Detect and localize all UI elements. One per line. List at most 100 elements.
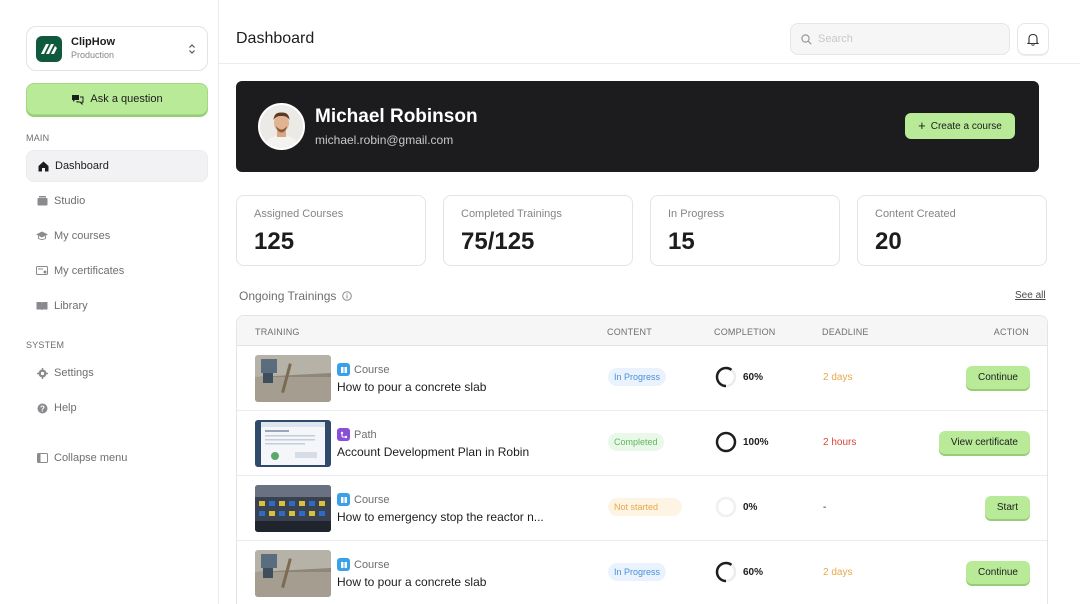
column-header-completion: COMPLETION: [714, 327, 776, 337]
course-icon: [337, 493, 350, 506]
sidebar-collapse-icon: [36, 452, 48, 464]
training-type-label: Course: [354, 363, 390, 376]
stat-value: 20: [875, 228, 902, 255]
bell-icon: [1027, 33, 1039, 46]
info-icon[interactable]: [342, 291, 353, 301]
ongoing-title-text: Ongoing Trainings: [239, 289, 337, 303]
chat-bubbles-icon: [72, 94, 84, 105]
create-course-label: Create a course: [930, 120, 1002, 132]
stat-card-content-created: Content Created 20: [857, 195, 1047, 266]
avatar: [258, 103, 305, 150]
org-switcher[interactable]: ClipHow Production: [26, 26, 208, 71]
course-icon: [337, 363, 350, 376]
start-button[interactable]: Start: [984, 496, 1030, 519]
status-badge: In Progress: [608, 563, 667, 581]
cliphow-logo-icon: [36, 35, 62, 62]
sidebar-item-my-courses[interactable]: My courses: [26, 220, 208, 252]
ask-question-label: Ask a question: [90, 93, 163, 105]
user-email: michael.robin@gmail.com: [315, 133, 454, 147]
deadline-text: -: [823, 502, 827, 513]
training-thumbnail: [255, 355, 331, 402]
stat-card-completed: Completed Trainings 75/125: [443, 195, 633, 266]
stat-card-in-progress: In Progress 15: [650, 195, 840, 266]
training-title[interactable]: How to emergency stop the reactor n...: [337, 510, 544, 524]
stat-value: 15: [668, 228, 695, 255]
create-course-button[interactable]: + Create a course: [905, 113, 1015, 139]
table-row[interactable]: Course How to pour a concrete slab In Pr…: [237, 346, 1047, 411]
book-icon: [36, 300, 48, 312]
path-icon: [337, 428, 350, 441]
status-badge: Completed: [608, 433, 664, 451]
org-name: ClipHow: [71, 36, 115, 48]
table-row[interactable]: Course How to emergency stop the reactor…: [237, 476, 1047, 541]
stat-value: 75/125: [461, 228, 535, 255]
completion-percent: 100%: [743, 437, 769, 448]
page-title: Dashboard: [236, 30, 315, 47]
column-header-training: TRAINING: [255, 327, 300, 337]
collapse-menu-button[interactable]: Collapse menu: [26, 442, 208, 474]
sidebar-item-label: My courses: [54, 230, 111, 242]
certificate-icon: [36, 265, 48, 277]
table-row[interactable]: Path Account Development Plan in Robin C…: [237, 411, 1047, 476]
collapse-menu-label: Collapse menu: [54, 452, 128, 464]
training-type-label: Path: [354, 428, 377, 441]
training-title[interactable]: Account Development Plan in Robin: [337, 445, 529, 459]
trainings-table: TRAINING CONTENT COMPLETION DEADLINE ACT…: [236, 315, 1048, 604]
sidebar-item-label: Library: [54, 300, 88, 312]
completion-ring-icon: [715, 561, 737, 583]
completion-percent: 0%: [743, 502, 758, 513]
sidebar-item-dashboard[interactable]: Dashboard: [26, 150, 208, 182]
top-header: Dashboard: [219, 0, 1080, 64]
stat-card-assigned: Assigned Courses 125: [236, 195, 426, 266]
ongoing-trainings-heading: Ongoing Trainings: [239, 289, 353, 303]
sidebar-item-label: Help: [54, 402, 77, 414]
training-title[interactable]: How to pour a concrete slab: [337, 380, 486, 394]
training-thumbnail: [255, 550, 331, 597]
completion-percent: 60%: [743, 372, 764, 383]
main-section-label: MAIN: [26, 133, 50, 143]
training-type: Course: [337, 558, 389, 571]
svg-text:?: ?: [40, 404, 45, 413]
training-thumbnail: [255, 420, 331, 467]
graduation-cap-icon: [36, 230, 48, 242]
deadline-text: 2 days: [823, 372, 853, 383]
org-environment: Production: [71, 50, 115, 60]
plus-icon: +: [918, 118, 926, 133]
training-type-label: Course: [354, 493, 390, 506]
stat-label: Assigned Courses: [254, 208, 344, 220]
course-icon: [337, 558, 350, 571]
training-thumbnail: [255, 485, 331, 532]
ask-question-button[interactable]: Ask a question: [26, 83, 208, 115]
table-row[interactable]: Course How to pour a concrete slab In Pr…: [237, 541, 1047, 604]
search-input[interactable]: [818, 33, 988, 45]
view-certificate-button[interactable]: View certificate: [938, 431, 1030, 454]
sidebar-item-my-certificates[interactable]: My certificates: [26, 255, 208, 287]
see-all-link[interactable]: See all: [1015, 290, 1046, 301]
sidebar-item-label: Settings: [54, 367, 94, 379]
training-type: Course: [337, 493, 389, 506]
profile-hero: Michael Robinson michael.robin@gmail.com…: [236, 81, 1039, 172]
help-icon: ?: [36, 402, 48, 414]
sidebar-item-library[interactable]: Library: [26, 290, 208, 322]
column-header-deadline: DEADLINE: [822, 327, 869, 337]
sidebar-item-label: My certificates: [54, 265, 125, 277]
completion-ring-icon: [715, 496, 737, 518]
continue-button[interactable]: Continue: [965, 366, 1030, 389]
sidebar-item-settings[interactable]: Settings: [26, 357, 208, 389]
sidebar: ClipHow Production Ask a question MAIN D…: [0, 0, 219, 604]
gear-icon: [36, 367, 48, 379]
continue-button[interactable]: Continue: [965, 561, 1030, 584]
deadline-text: 2 hours: [823, 437, 857, 448]
stat-label: In Progress: [668, 208, 725, 220]
sidebar-item-label: Studio: [54, 195, 86, 207]
notifications-button[interactable]: [1017, 23, 1049, 55]
studio-icon: [36, 195, 48, 207]
training-type: Path: [337, 428, 377, 441]
system-section-label: SYSTEM: [26, 340, 65, 350]
stat-value: 125: [254, 228, 295, 255]
sidebar-item-studio[interactable]: Studio: [26, 185, 208, 217]
training-title[interactable]: How to pour a concrete slab: [337, 575, 486, 589]
search-box[interactable]: [790, 23, 1010, 55]
column-header-content: CONTENT: [607, 327, 652, 337]
sidebar-item-help[interactable]: ? Help: [26, 392, 208, 424]
